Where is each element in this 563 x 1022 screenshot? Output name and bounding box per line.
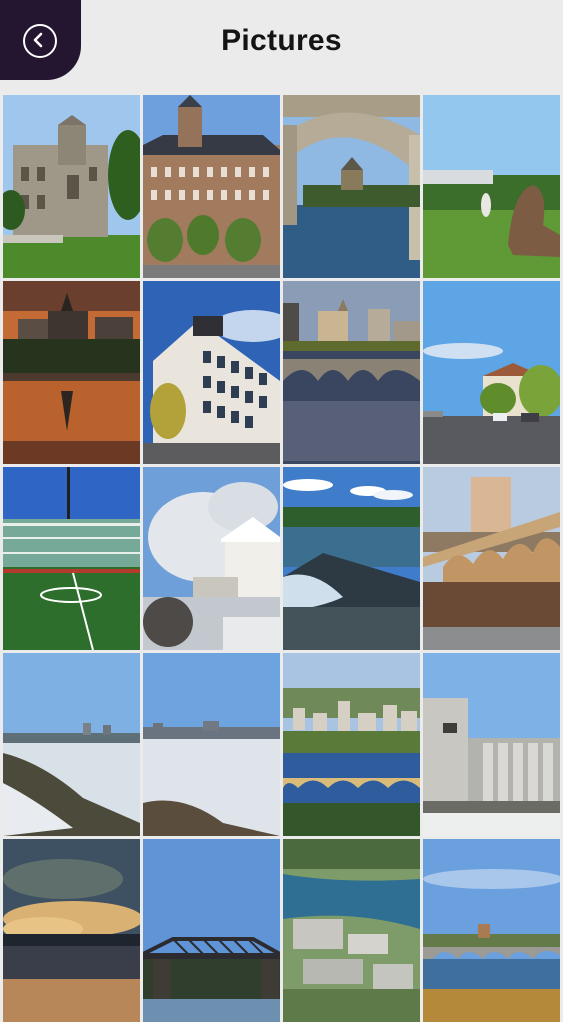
photo-street-trees — [423, 281, 560, 464]
photo-tile[interactable] — [423, 653, 560, 836]
photo-tile[interactable] — [423, 281, 560, 464]
photo-tile[interactable] — [283, 653, 420, 836]
photo-cloudy-sunset — [3, 839, 140, 1022]
photo-bridge-arch-castle — [283, 95, 420, 278]
photo-winter-river-2 — [143, 653, 280, 836]
top-bar: Pictures — [0, 0, 563, 90]
photo-modern-building — [143, 281, 280, 464]
photo-tile[interactable] — [283, 95, 420, 278]
photo-tile[interactable] — [143, 839, 280, 1022]
photo-tile[interactable] — [283, 467, 420, 650]
photo-university-building — [3, 95, 140, 278]
photo-tile[interactable] — [143, 653, 280, 836]
photo-tile[interactable] — [423, 467, 560, 650]
photo-tile[interactable] — [283, 839, 420, 1022]
photo-tile[interactable] — [283, 281, 420, 464]
photo-steel-bridge — [143, 839, 280, 1022]
photo-tile[interactable] — [3, 839, 140, 1022]
photo-castle-hotel — [143, 95, 280, 278]
photo-tile[interactable] — [423, 839, 560, 1022]
photo-football-stadium — [3, 467, 140, 650]
photo-tile[interactable] — [3, 467, 140, 650]
photo-tile[interactable] — [3, 653, 140, 836]
page-title: Pictures — [221, 24, 342, 57]
photo-autumn-bridge — [423, 839, 560, 1022]
photo-arch-bridge-tower — [423, 467, 560, 650]
photo-aerial-river-town — [283, 839, 420, 1022]
photo-tile[interactable] — [3, 95, 140, 278]
photo-tile[interactable] — [143, 95, 280, 278]
photo-aerial-city-bridge — [283, 653, 420, 836]
photo-bridge-skyline — [283, 281, 420, 464]
photo-winter-river-1 — [3, 653, 140, 836]
photo-sunset-castle-reflection — [3, 281, 140, 464]
photo-tile[interactable] — [143, 467, 280, 650]
photo-tile[interactable] — [3, 281, 140, 464]
photo-river-weir — [283, 467, 420, 650]
photo-park-sculpture — [423, 95, 560, 278]
photo-grain-elevator — [423, 653, 560, 836]
photo-tile[interactable] — [143, 281, 280, 464]
photo-grid — [3, 95, 560, 1022]
photo-frosted-trees — [143, 467, 280, 650]
photo-tile[interactable] — [423, 95, 560, 278]
